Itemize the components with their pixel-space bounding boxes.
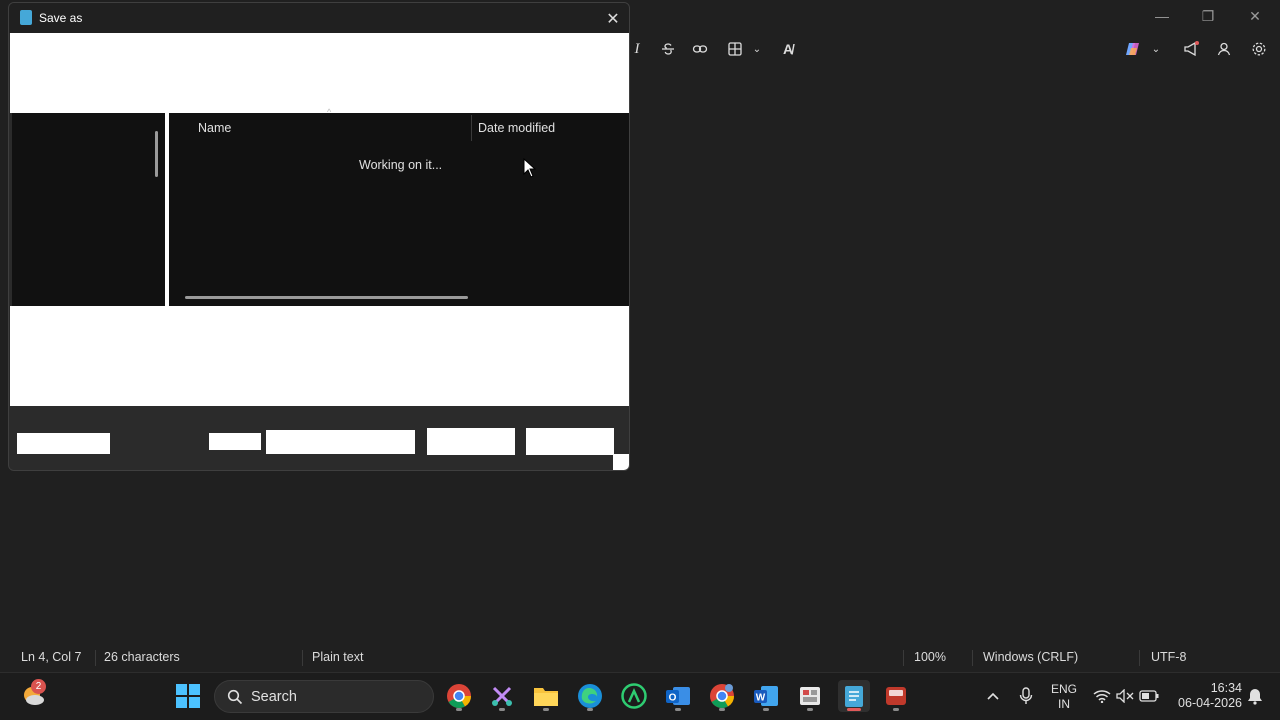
minimize-button[interactable]: —: [1139, 0, 1185, 32]
copilot-icon[interactable]: [1122, 38, 1144, 60]
app-board-icon[interactable]: [794, 680, 826, 712]
encoding-dropdown[interactable]: [266, 430, 415, 454]
search-label: Search: [251, 688, 297, 705]
region-code: IN: [1058, 697, 1070, 711]
strikethrough-icon[interactable]: [657, 38, 679, 60]
app-green-icon[interactable]: [618, 680, 650, 712]
notifications-icon[interactable]: [1239, 680, 1271, 712]
language-indicator[interactable]: ENG IN: [1046, 682, 1082, 712]
app-red-icon[interactable]: [880, 680, 912, 712]
weather-badge: 2: [31, 679, 46, 694]
account-icon[interactable]: [1213, 38, 1235, 60]
mouse-cursor-icon: [523, 158, 537, 178]
cursor-position: Ln 4, Col 7: [21, 650, 82, 664]
line-ending[interactable]: Windows (CRLF): [983, 650, 1078, 664]
file-list[interactable]: [169, 113, 629, 306]
resize-grip[interactable]: [613, 454, 629, 470]
file-format[interactable]: Plain text: [312, 650, 363, 664]
close-icon: ✕: [606, 11, 620, 28]
save-button[interactable]: [427, 428, 515, 455]
dialog-footer: [10, 406, 629, 470]
dialog-title: Save as: [39, 11, 83, 25]
chevron-down-icon[interactable]: ⌄: [746, 38, 768, 60]
navigation-scrollbar[interactable]: [155, 131, 158, 177]
language-code: ENG: [1050, 682, 1077, 696]
zoom-level[interactable]: 100%: [914, 650, 946, 664]
close-window-button[interactable]: ✕: [1232, 0, 1278, 32]
encoding[interactable]: UTF-8: [1151, 650, 1186, 664]
character-count: 26 characters: [104, 650, 180, 664]
address-bar-area: [10, 33, 629, 113]
spellcheck-icon[interactable]: A̸: [777, 38, 799, 60]
copilot-chevron-icon[interactable]: ⌄: [1145, 38, 1167, 60]
svg-text:O: O: [669, 693, 677, 704]
column-header-name[interactable]: Name: [198, 121, 231, 135]
cancel-button[interactable]: [526, 428, 614, 455]
navigation-pane[interactable]: [12, 113, 165, 306]
clock[interactable]: 16:34 06-04-2026: [1168, 681, 1242, 711]
clock-time: 16:34: [1210, 681, 1242, 695]
loading-status: Working on it...: [359, 158, 443, 172]
notepad-taskbar-icon[interactable]: [838, 680, 870, 712]
encoding-label: [209, 433, 261, 450]
chrome-icon[interactable]: [443, 680, 475, 712]
dialog-titlebar: Save as ✕: [9, 3, 629, 33]
snipping-tool-icon[interactable]: [486, 680, 518, 712]
column-header-date-modified[interactable]: Date modified: [478, 121, 555, 135]
dialog-close-button[interactable]: ✕: [601, 8, 625, 30]
hide-folders-button[interactable]: [17, 433, 110, 454]
column-divider[interactable]: [471, 115, 472, 141]
announcement-icon[interactable]: [1180, 38, 1202, 60]
chevron-up-icon[interactable]: [977, 680, 1009, 712]
file-explorer-icon[interactable]: [530, 680, 562, 712]
outlook-icon[interactable]: O: [662, 680, 694, 712]
settings-icon[interactable]: [1248, 38, 1270, 60]
start-button[interactable]: [172, 680, 204, 712]
svg-text:W: W: [756, 693, 766, 704]
save-as-dialog: Save as ✕ ^ Name Date modified Working o…: [8, 2, 630, 471]
maximize-button[interactable]: ❐: [1185, 0, 1231, 32]
word-icon[interactable]: W: [750, 680, 782, 712]
clock-date: 06-04-2026: [1178, 696, 1242, 710]
edge-icon[interactable]: [574, 680, 606, 712]
status-bar: Ln 4, Col 7 26 characters Plain text 100…: [0, 646, 1280, 670]
chrome-profile-icon[interactable]: [706, 680, 738, 712]
notepad-icon: [20, 10, 32, 25]
microphone-icon[interactable]: [1010, 680, 1042, 712]
filename-fields-area: [10, 306, 629, 406]
search-icon: [227, 689, 243, 704]
horizontal-scrollbar[interactable]: [185, 296, 468, 299]
taskbar-search[interactable]: Search: [214, 680, 434, 713]
table-icon[interactable]: [724, 38, 746, 60]
sort-caret-icon: ^: [327, 107, 332, 117]
link-icon[interactable]: [689, 38, 711, 60]
battery-icon[interactable]: [1133, 680, 1165, 712]
